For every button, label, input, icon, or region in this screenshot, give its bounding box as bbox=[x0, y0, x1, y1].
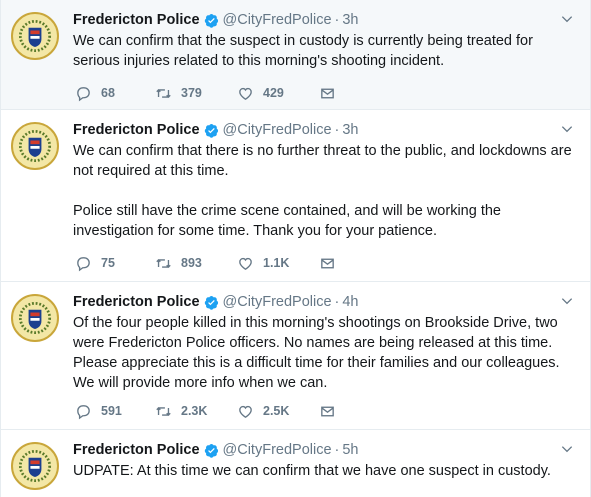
like-button[interactable]: 429 bbox=[237, 85, 319, 102]
user-handle[interactable]: @CityFredPolice bbox=[223, 442, 332, 458]
tweet[interactable]: Fredericton Police @CityFredPolice · 3h … bbox=[1, 0, 590, 110]
envelope-icon bbox=[321, 88, 334, 98]
tweet-text: We can confirm that there is no further … bbox=[73, 141, 578, 241]
reply-icon bbox=[77, 86, 90, 101]
tweet-text: UDPATE: At this time we can confirm that… bbox=[73, 461, 578, 481]
timestamp[interactable]: 4h bbox=[342, 294, 358, 310]
timestamp[interactable]: 3h bbox=[342, 12, 358, 28]
chevron-down-icon[interactable] bbox=[560, 12, 574, 26]
tweet-header: Fredericton Police @CityFredPolice · 4h bbox=[73, 292, 576, 312]
retweet-icon bbox=[156, 258, 171, 268]
reply-button[interactable]: 591 bbox=[75, 403, 155, 420]
dm-button[interactable] bbox=[319, 255, 345, 272]
tweet[interactable]: Fredericton Police @CityFredPolice · 5h … bbox=[1, 430, 590, 497]
tweet-actions: 75 893 1.1K bbox=[75, 253, 345, 273]
avatar[interactable] bbox=[11, 294, 59, 342]
envelope-icon bbox=[321, 406, 334, 416]
tweet[interactable]: Fredericton Police @CityFredPolice · 3h … bbox=[1, 110, 590, 282]
reply-button[interactable]: 75 bbox=[75, 255, 155, 272]
tweet-feed: Fredericton Police @CityFredPolice · 3h … bbox=[0, 0, 591, 497]
timestamp[interactable]: 5h bbox=[342, 442, 358, 458]
dm-button[interactable] bbox=[319, 403, 345, 420]
verified-badge-icon bbox=[204, 443, 218, 458]
heart-icon bbox=[239, 87, 252, 100]
verified-badge-icon bbox=[204, 123, 218, 138]
retweet-icon bbox=[156, 88, 171, 98]
like-count: 429 bbox=[263, 86, 284, 100]
user-handle[interactable]: @CityFredPolice bbox=[223, 294, 332, 310]
like-count: 2.5K bbox=[263, 404, 290, 418]
tweet-paragraph: We can confirm that the suspect in custo… bbox=[73, 33, 533, 69]
tweet-paragraph: UDPATE: At this time we can confirm that… bbox=[73, 463, 551, 479]
heart-icon bbox=[239, 405, 252, 418]
retweet-count: 893 bbox=[181, 256, 202, 270]
heart-icon bbox=[239, 257, 252, 270]
avatar[interactable] bbox=[11, 122, 59, 170]
like-button[interactable]: 1.1K bbox=[237, 255, 319, 272]
tweet-text: We can confirm that the suspect in custo… bbox=[73, 31, 578, 71]
retweet-count: 379 bbox=[181, 86, 202, 100]
separator-dot: · bbox=[334, 442, 340, 458]
verified-badge-icon bbox=[204, 295, 218, 310]
tweet-paragraph: Police still have the crime scene contai… bbox=[73, 203, 501, 239]
display-name[interactable]: Fredericton Police bbox=[73, 294, 200, 310]
envelope-icon bbox=[321, 258, 334, 268]
user-handle[interactable]: @CityFredPolice bbox=[223, 122, 332, 138]
chevron-down-icon[interactable] bbox=[560, 122, 574, 136]
separator-dot: · bbox=[334, 12, 340, 28]
reply-button[interactable]: 68 bbox=[75, 85, 155, 102]
separator-dot: · bbox=[334, 294, 340, 310]
verified-badge-icon bbox=[204, 13, 218, 28]
tweet-paragraph: Of the four people killed in this mornin… bbox=[73, 315, 560, 391]
tweet-text: Of the four people killed in this mornin… bbox=[73, 313, 578, 393]
reply-count: 591 bbox=[101, 404, 122, 418]
reply-icon bbox=[77, 256, 90, 271]
chevron-down-icon[interactable] bbox=[560, 294, 574, 308]
like-count: 1.1K bbox=[263, 256, 290, 270]
like-button[interactable]: 2.5K bbox=[237, 403, 319, 420]
retweet-count: 2.3K bbox=[181, 404, 208, 418]
user-handle[interactable]: @CityFredPolice bbox=[223, 12, 332, 28]
tweet-header: Fredericton Police @CityFredPolice · 3h bbox=[73, 10, 576, 30]
tweet-header: Fredericton Police @CityFredPolice · 5h bbox=[73, 440, 576, 460]
reply-count: 75 bbox=[101, 256, 115, 270]
tweet-actions: 68 379 429 bbox=[75, 83, 345, 103]
retweet-button[interactable]: 893 bbox=[155, 255, 237, 272]
avatar[interactable] bbox=[11, 442, 59, 490]
tweet-actions: 591 2.3K 2.5K bbox=[75, 401, 345, 421]
display-name[interactable]: Fredericton Police bbox=[73, 442, 200, 458]
reply-icon bbox=[77, 404, 90, 419]
tweet[interactable]: Fredericton Police @CityFredPolice · 4h … bbox=[1, 282, 590, 430]
dm-button[interactable] bbox=[319, 85, 345, 102]
display-name[interactable]: Fredericton Police bbox=[73, 12, 200, 28]
avatar[interactable] bbox=[11, 12, 59, 60]
retweet-button[interactable]: 379 bbox=[155, 85, 237, 102]
reply-count: 68 bbox=[101, 86, 115, 100]
separator-dot: · bbox=[334, 122, 340, 138]
chevron-down-icon[interactable] bbox=[560, 442, 574, 456]
tweet-header: Fredericton Police @CityFredPolice · 3h bbox=[73, 120, 576, 140]
retweet-icon bbox=[156, 406, 171, 416]
display-name[interactable]: Fredericton Police bbox=[73, 122, 200, 138]
timestamp[interactable]: 3h bbox=[342, 122, 358, 138]
tweet-paragraph: We can confirm that there is no further … bbox=[73, 143, 572, 179]
retweet-button[interactable]: 2.3K bbox=[155, 403, 237, 420]
